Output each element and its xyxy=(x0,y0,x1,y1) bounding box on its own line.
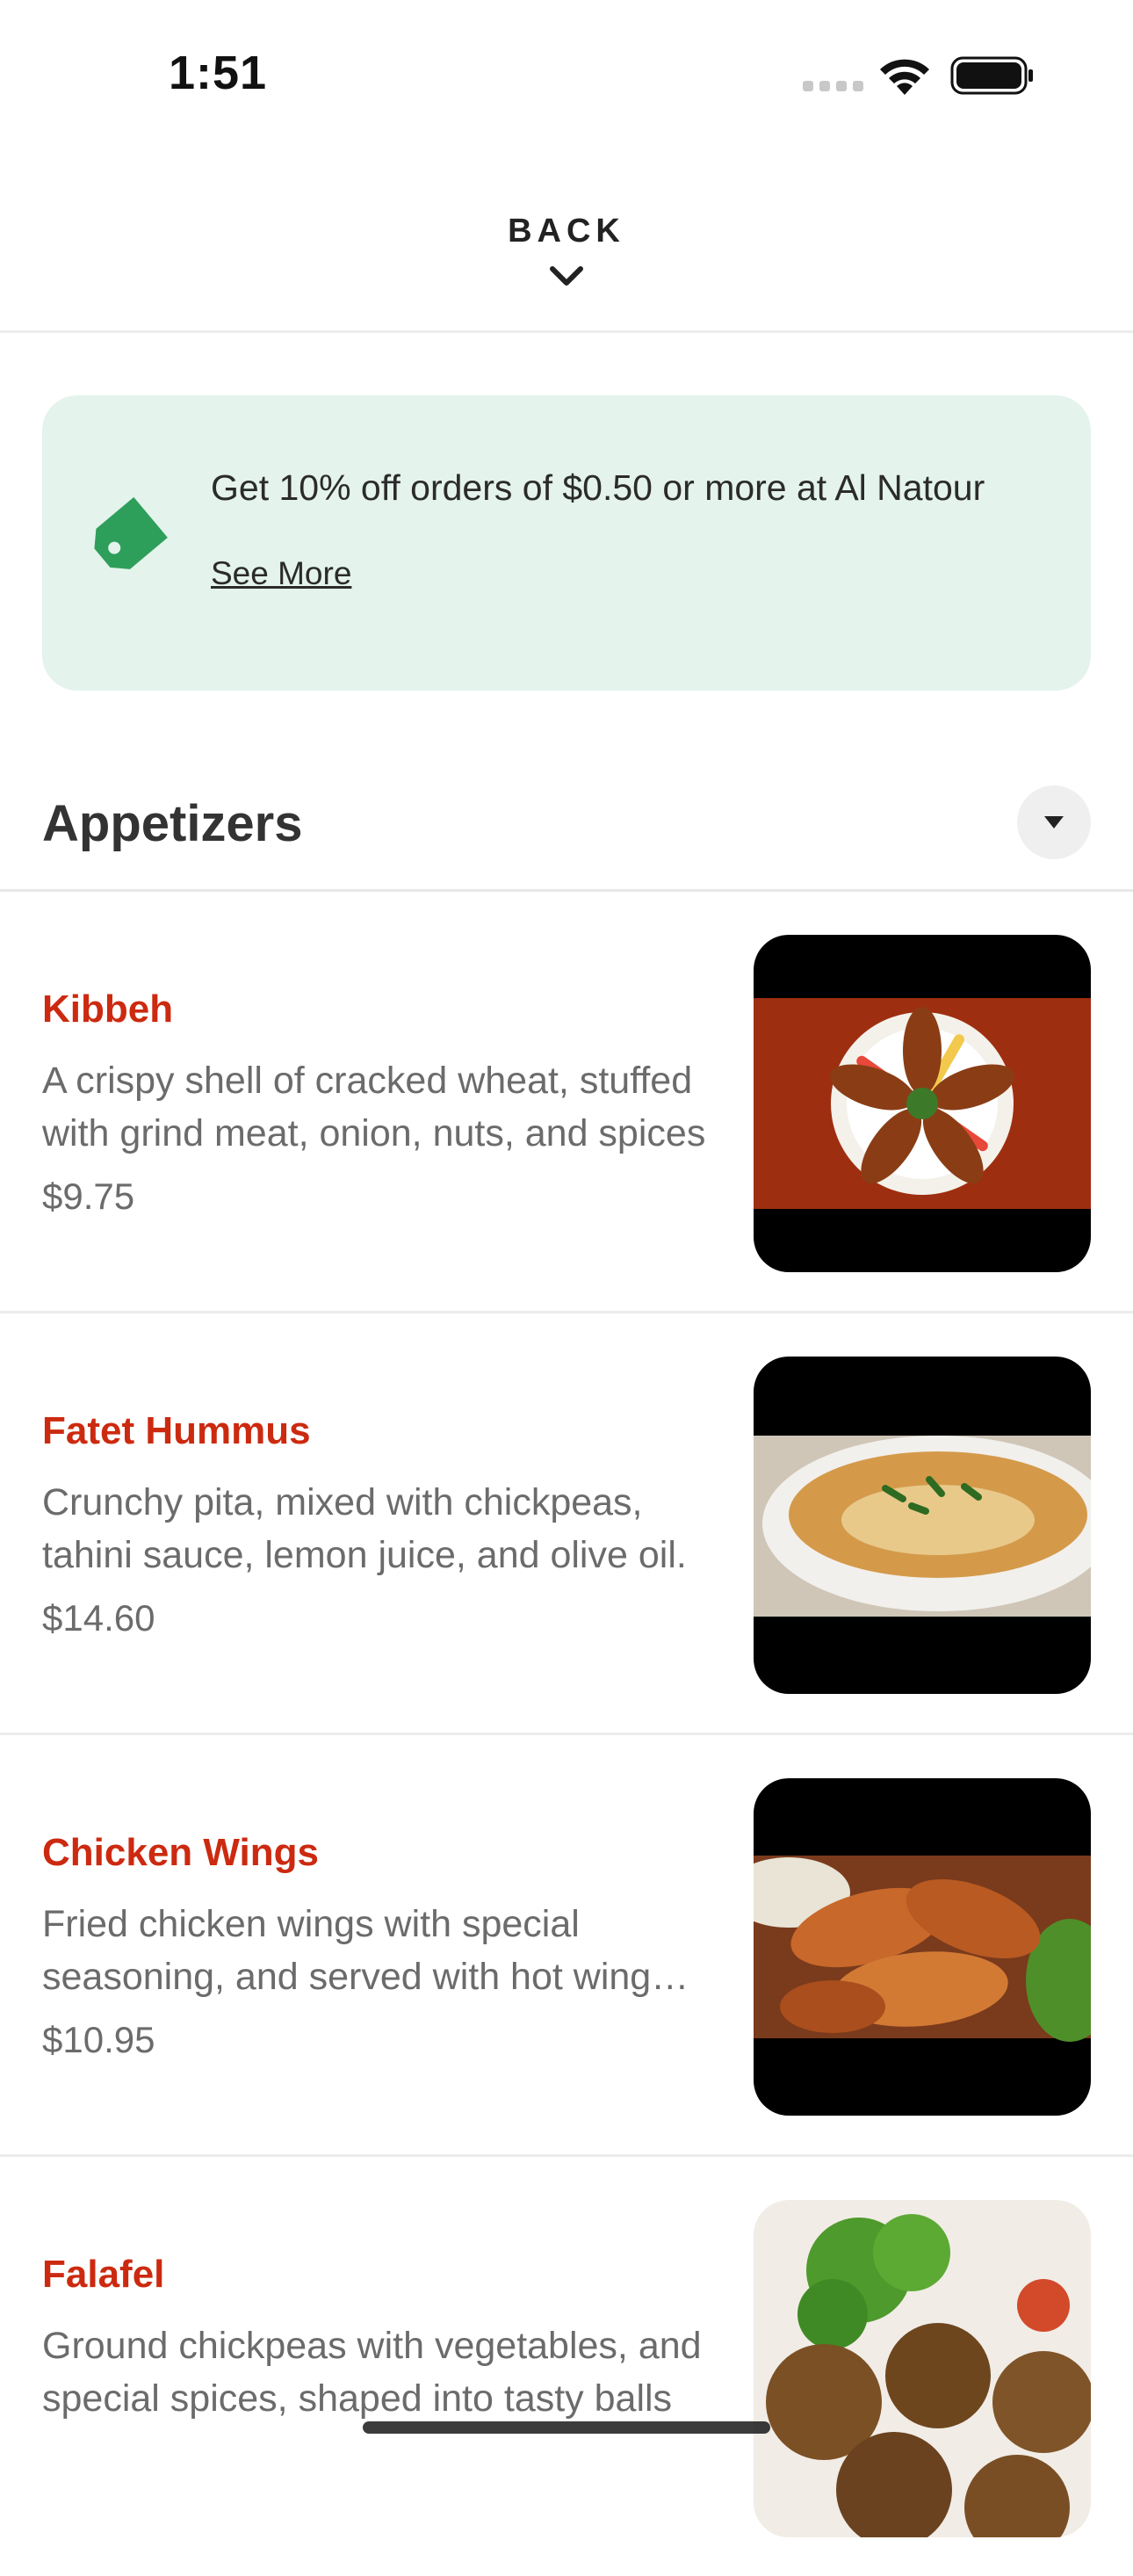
promo-text: Get 10% off orders of $0.50 or more at A… xyxy=(211,467,985,508)
item-name: Chicken Wings xyxy=(42,1831,319,1874)
caret-down-icon xyxy=(1044,816,1064,829)
item-price: $14.60 xyxy=(42,1597,155,1639)
see-more-link[interactable]: See More xyxy=(211,555,351,592)
battery-icon xyxy=(950,56,1033,95)
item-description: Fried chicken wings with special seasoni… xyxy=(42,1903,652,1998)
collapse-section-button[interactable] xyxy=(1017,785,1091,859)
item-name: Fatet Hummus xyxy=(42,1409,311,1452)
menu-item-kibbeh[interactable]: Kibbeh A crispy shell of cracked wheat, … xyxy=(0,889,1133,1313)
item-photo[interactable] xyxy=(754,2200,1091,2537)
home-indicator xyxy=(363,2421,770,2434)
promo-banner[interactable]: Get 10% off orders of $0.50 or more at A… xyxy=(42,395,1091,691)
menu-item-falafel[interactable]: Falafel Ground chickpeas with vegetables… xyxy=(0,2154,1133,2576)
menu-item-fatet-hummus[interactable]: Fatet Hummus Crunchy pita, mixed with ch… xyxy=(0,1311,1133,1735)
item-description: Crunchy pita, mixed with chickpeas, tahi… xyxy=(42,1481,687,1576)
cellular-signal-icon xyxy=(803,81,863,91)
item-description: A crispy shell of cracked wheat, stuffed… xyxy=(42,1060,706,1154)
item-name: Kibbeh xyxy=(42,988,174,1031)
tag-icon xyxy=(94,496,168,569)
item-photo[interactable] xyxy=(754,1357,1091,1694)
wifi-icon xyxy=(880,59,929,95)
section-title: Appetizers xyxy=(42,795,303,852)
item-price: $10.95 xyxy=(42,2019,155,2060)
item-photo[interactable] xyxy=(754,1778,1091,2116)
item-photo[interactable] xyxy=(754,935,1091,1272)
section-header: Appetizers xyxy=(0,773,1133,892)
item-description: Ground chickpeas with vegetables, and sp… xyxy=(42,2325,702,2420)
menu-item-chicken-wings[interactable]: Chicken Wings Fried chicken wings with s… xyxy=(0,1733,1133,2157)
status-time: 1:51 xyxy=(169,47,268,99)
back-header[interactable]: BACK xyxy=(0,176,1133,333)
status-bar: 1:51 xyxy=(0,0,1133,149)
item-price: $9.75 xyxy=(42,1176,135,1217)
back-button-label[interactable]: BACK xyxy=(0,213,1133,250)
item-name: Falafel xyxy=(42,2253,165,2296)
chevron-down-icon[interactable] xyxy=(545,260,588,292)
